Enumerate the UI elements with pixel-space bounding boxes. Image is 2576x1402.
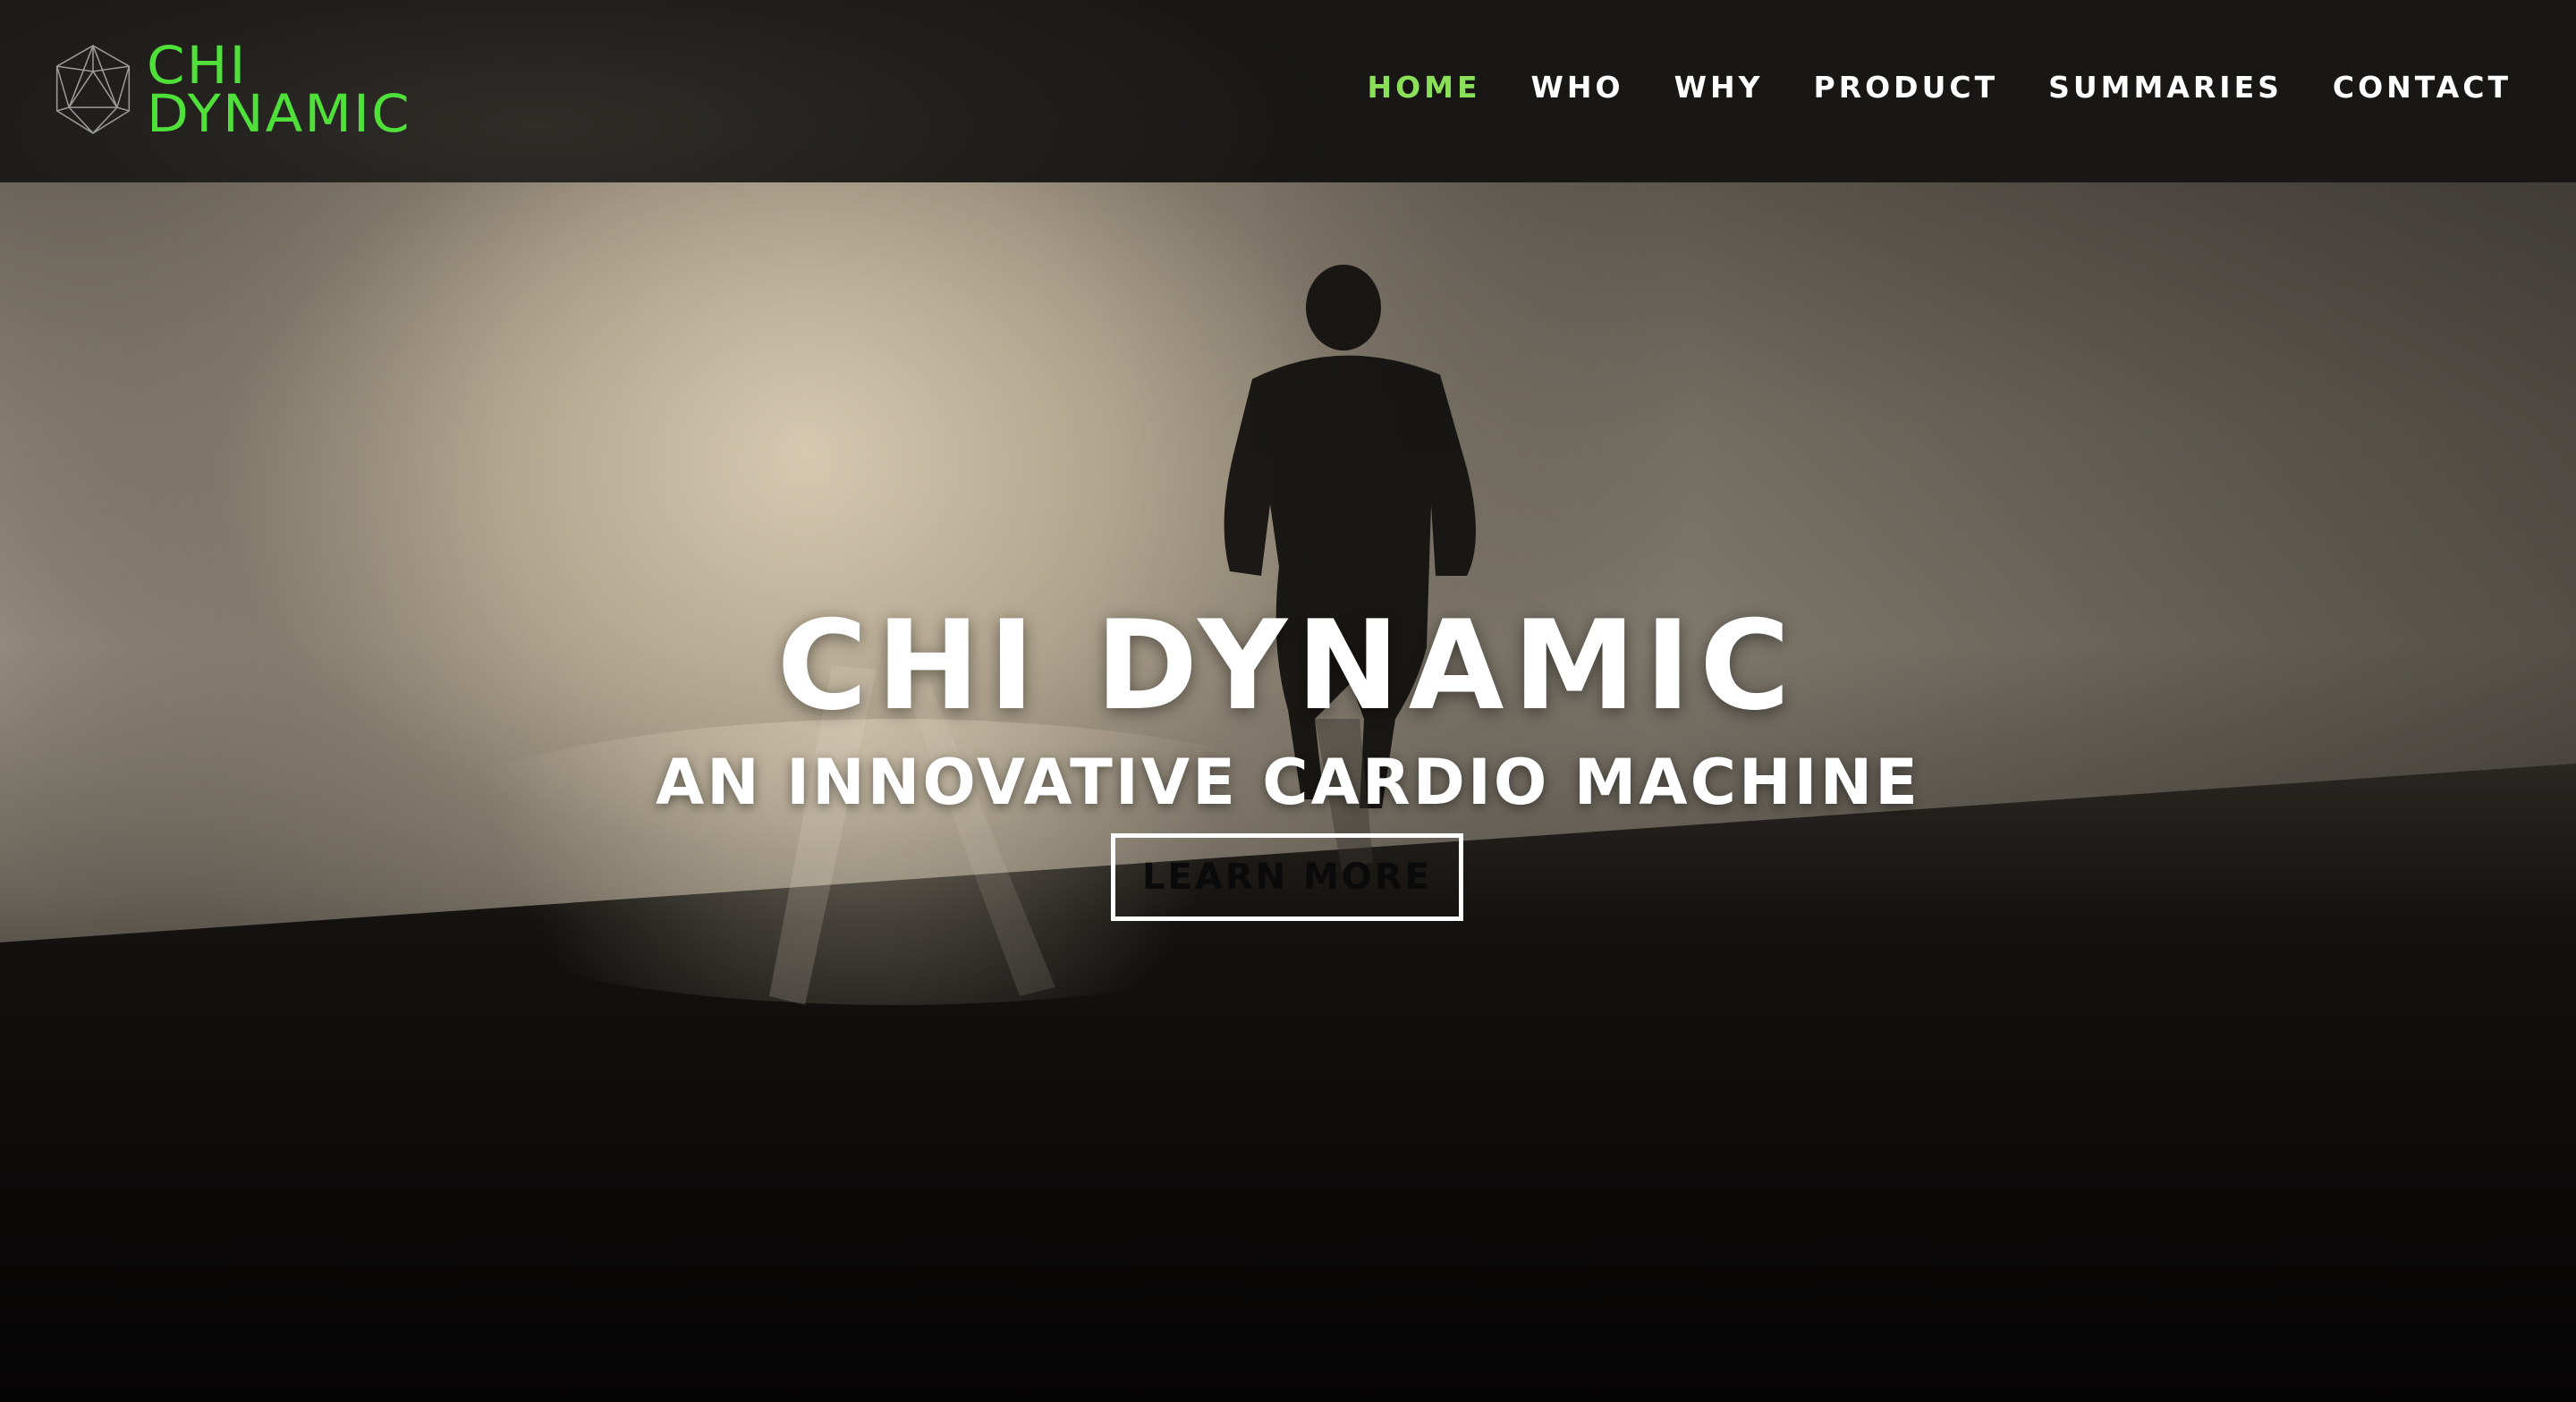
- main-nav: HOME WHO WHY PRODUCT SUMMARIES CONTACT: [1317, 70, 2512, 105]
- nav-item-who[interactable]: WHO: [1531, 70, 1624, 105]
- nav-item-summaries[interactable]: SUMMARIES: [2048, 70, 2283, 105]
- logo-line-dynamic: DYNAMIC: [147, 83, 411, 144]
- nav-item-why[interactable]: WHY: [1674, 70, 1764, 105]
- hero-subtitle: AN INNOVATIVE CARDIO MACHINE: [656, 746, 1920, 820]
- site-logo[interactable]: CHI DYNAMIC: [50, 36, 410, 143]
- icosahedron-icon: [55, 45, 131, 134]
- logo-wordmark: CHI DYNAMIC: [147, 39, 410, 139]
- nav-item-home[interactable]: HOME: [1367, 70, 1480, 105]
- site-header: CHI DYNAMIC HOME WHO WHY PRODUCT SUMMARI…: [0, 0, 2576, 182]
- nav-item-product[interactable]: PRODUCT: [1814, 70, 1999, 105]
- logo-line-chi: CHI: [147, 35, 248, 96]
- learn-more-label: LEARN MORE: [1142, 857, 1432, 898]
- hero-content: CHI DYNAMIC AN INNOVATIVE CARDIO MACHINE…: [0, 182, 2576, 1402]
- page: CHI DYNAMIC HOME WHO WHY PRODUCT SUMMARI…: [0, 0, 2576, 1402]
- hero-title: CHI DYNAMIC: [776, 594, 1800, 739]
- hero-section: CHI DYNAMIC AN INNOVATIVE CARDIO MACHINE…: [0, 182, 2576, 1402]
- learn-more-button[interactable]: LEARN MORE: [1111, 833, 1463, 921]
- nav-item-contact[interactable]: CONTACT: [2333, 70, 2512, 105]
